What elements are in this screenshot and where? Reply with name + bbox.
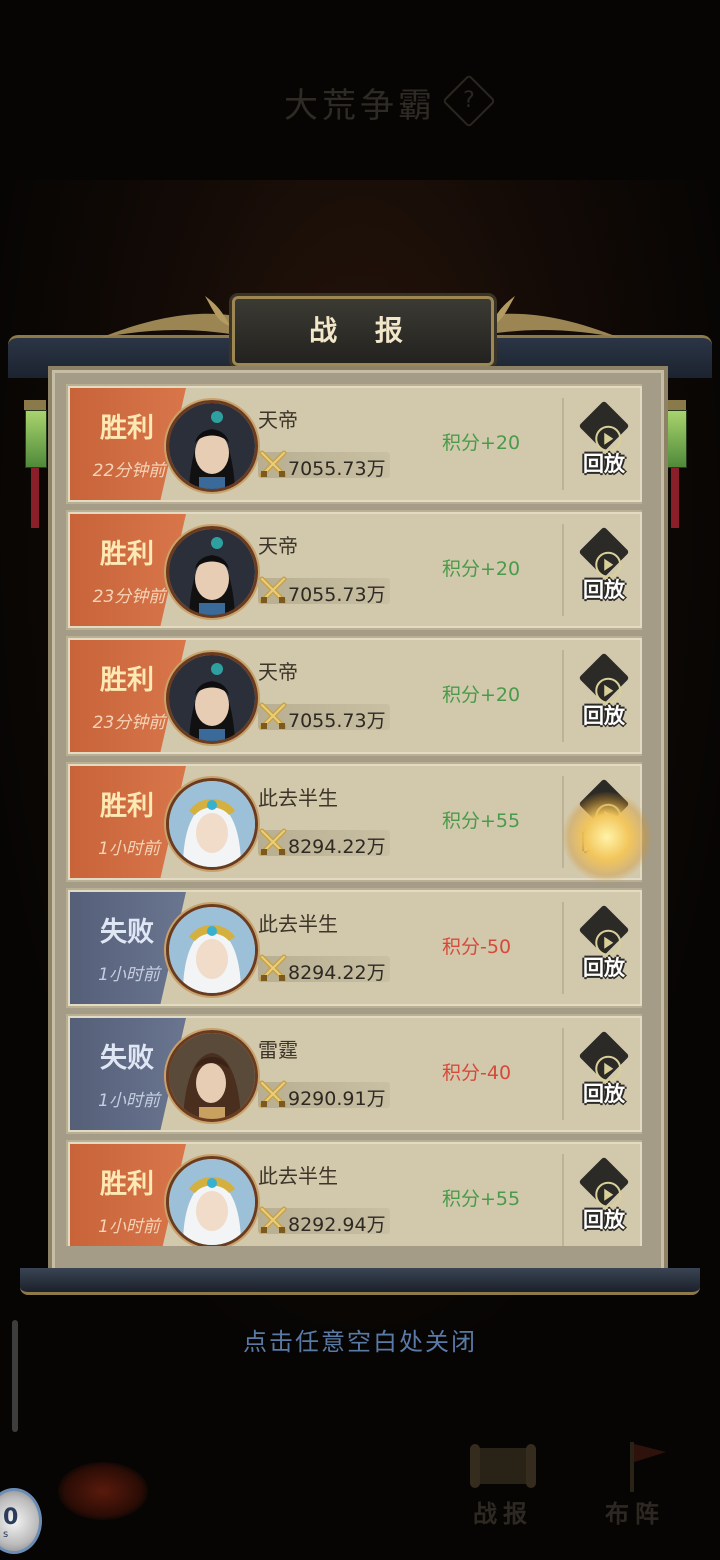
- result-label: 失败: [100, 917, 154, 948]
- play-icon: [578, 904, 630, 956]
- avatar[interactable]: [166, 526, 258, 618]
- battle-report-row[interactable]: 胜利 1小时前 此去半生 8292.94万 积分+55 回放: [66, 1140, 642, 1246]
- battle-report-row[interactable]: 胜利 22分钟前 天帝 7055.73万 积分+20 回放: [66, 384, 642, 504]
- avatar[interactable]: [166, 652, 258, 744]
- player-name: 天帝: [258, 408, 298, 432]
- score-change: 积分-50: [442, 936, 512, 958]
- power-value: 8294.22万: [288, 962, 386, 984]
- crossed-swords-icon: [259, 576, 287, 604]
- play-icon: [578, 778, 630, 830]
- replay-button[interactable]: 回放: [574, 526, 634, 612]
- divider: [562, 1154, 564, 1246]
- player-name: 天帝: [258, 534, 298, 558]
- crossed-swords-icon: [259, 450, 287, 478]
- scrollbar[interactable]: [12, 1320, 18, 1432]
- avatar[interactable]: [166, 778, 258, 870]
- crossed-swords-icon: [259, 1080, 287, 1108]
- score-change: 积分+20: [442, 684, 521, 706]
- divider: [562, 1028, 564, 1120]
- replay-label: 回放: [583, 1208, 625, 1232]
- avatar[interactable]: [166, 1030, 258, 1122]
- power-bar: 7055.73万: [258, 702, 390, 732]
- scroll-icon: [470, 1444, 536, 1488]
- replay-button[interactable]: 回放: [574, 1156, 634, 1242]
- divider: [562, 776, 564, 868]
- replay-label: 回放: [583, 704, 625, 728]
- battle-report-list[interactable]: 胜利 22分钟前 天帝 7055.73万 积分+20 回放 胜利 23分钟前 天…: [66, 384, 642, 1246]
- replay-button[interactable]: 回放: [574, 1030, 634, 1116]
- power-value: 8292.94万: [288, 1214, 386, 1236]
- power-bar: 7055.73万: [258, 576, 390, 606]
- player-name: 雷霆: [258, 1038, 298, 1062]
- result-label: 胜利: [100, 539, 154, 570]
- avatar[interactable]: [166, 904, 258, 996]
- score-change: 积分-40: [442, 1062, 512, 1084]
- battle-report-row[interactable]: 失败 1小时前 此去半生 8294.22万 积分-50 回放: [66, 888, 642, 1008]
- close-hint[interactable]: 点击任意空白处关闭: [0, 1322, 720, 1357]
- replay-label: 回放: [583, 830, 625, 854]
- play-icon: [578, 526, 630, 578]
- score-change: 积分+20: [442, 432, 521, 454]
- replay-label: 回放: [583, 956, 625, 980]
- crossed-swords-icon: [259, 702, 287, 730]
- result-label: 胜利: [100, 413, 154, 444]
- battle-report-row[interactable]: 胜利 1小时前 此去半生 8294.22万 积分+55 回放: [66, 762, 642, 882]
- replay-label: 回放: [583, 578, 625, 602]
- panel-frame-bottom: [20, 1268, 700, 1295]
- power-bar: 7055.73万: [258, 450, 390, 480]
- play-icon: [578, 400, 630, 452]
- score-change: 积分+20: [442, 558, 521, 580]
- flame-decoration: [58, 1462, 148, 1520]
- player-name: 天帝: [258, 660, 298, 684]
- avatar[interactable]: [166, 1156, 258, 1246]
- power-bar: 8292.94万: [258, 1206, 390, 1236]
- power-value: 8294.22万: [288, 836, 386, 858]
- page-title: 大荒争霸: [284, 86, 436, 126]
- power-bar: 8294.22万: [258, 828, 390, 858]
- battle-report-row[interactable]: 失败 1小时前 雷霆 9290.91万 积分-40 回放: [66, 1014, 642, 1134]
- replay-label: 回放: [583, 1082, 625, 1106]
- player-name: 此去半生: [258, 912, 338, 936]
- divider: [562, 524, 564, 616]
- avatar[interactable]: [166, 400, 258, 492]
- battle-report-row[interactable]: 胜利 23分钟前 天帝 7055.73万 积分+20 回放: [66, 510, 642, 630]
- score-change: 积分+55: [442, 810, 521, 832]
- power-value: 7055.73万: [288, 584, 386, 606]
- power-bar: 8294.22万: [258, 954, 390, 984]
- divider: [562, 398, 564, 490]
- power-value: 7055.73万: [288, 458, 386, 480]
- crossed-swords-icon: [259, 1206, 287, 1234]
- timer-badge[interactable]: 0 s: [0, 1488, 42, 1554]
- flag-icon: [630, 1442, 666, 1492]
- crossed-swords-icon: [259, 954, 287, 982]
- power-bar: 9290.91万: [258, 1080, 390, 1110]
- panel-title-plate: 战 报: [232, 296, 494, 366]
- replay-button[interactable]: 回放: [574, 904, 634, 990]
- crossed-swords-icon: [259, 828, 287, 856]
- result-label: 胜利: [100, 1169, 154, 1200]
- divider: [562, 650, 564, 742]
- play-icon: [578, 652, 630, 704]
- score-change: 积分+55: [442, 1188, 521, 1210]
- play-icon: [578, 1156, 630, 1208]
- battle-report-button[interactable]: 战报: [448, 1430, 558, 1530]
- result-label: 胜利: [100, 791, 154, 822]
- player-name: 此去半生: [258, 786, 338, 810]
- divider: [562, 902, 564, 994]
- result-label: 胜利: [100, 665, 154, 696]
- battle-report-row[interactable]: 胜利 23分钟前 天帝 7055.73万 积分+20 回放: [66, 636, 642, 756]
- replay-button[interactable]: 回放: [574, 778, 634, 864]
- power-value: 9290.91万: [288, 1088, 386, 1110]
- replay-label: 回放: [583, 452, 625, 476]
- formation-button[interactable]: 布阵: [580, 1430, 690, 1530]
- player-name: 此去半生: [258, 1164, 338, 1188]
- replay-button[interactable]: 回放: [574, 400, 634, 486]
- play-icon: [578, 1030, 630, 1082]
- lantern-left-icon: [24, 400, 47, 528]
- power-value: 7055.73万: [288, 710, 386, 732]
- panel-title: 战 报: [309, 314, 417, 347]
- replay-button[interactable]: 回放: [574, 652, 634, 738]
- result-label: 失败: [100, 1043, 154, 1074]
